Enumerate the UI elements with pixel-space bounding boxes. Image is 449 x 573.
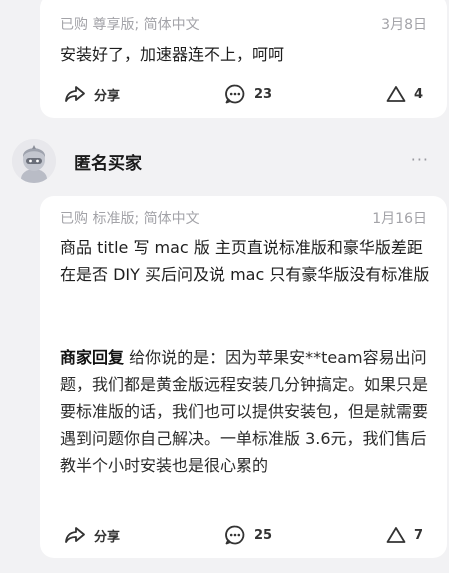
like-button[interactable]: 7 xyxy=(386,526,423,544)
share-label: 分享 xyxy=(94,88,121,104)
review-actions: 分享 23 4 xyxy=(64,82,423,106)
review-actions: 分享 25 7 xyxy=(64,523,423,547)
comment-count: 23 xyxy=(254,86,273,102)
review-text: 安装好了，加速器连不上，呵呵 xyxy=(60,45,285,64)
like-button[interactable]: 4 xyxy=(386,85,423,103)
reviewer-name: 匿名买家 xyxy=(74,154,142,174)
review-card: 已购 尊享版; 简体中文 3月8日 安装好了，加速器连不上，呵呵 分享 23 4 xyxy=(40,0,447,118)
review-card: 已购 标准版; 简体中文 1月16日 商品 title 写 mac 版 主页直说… xyxy=(40,196,447,558)
review-date: 3月8日 xyxy=(381,17,427,33)
comment-count: 25 xyxy=(254,527,273,543)
triangle-like-icon xyxy=(386,86,406,102)
share-button[interactable]: 分享 xyxy=(64,85,120,104)
comment-bubble-icon xyxy=(225,525,245,545)
anonymous-avatar-icon[interactable] xyxy=(12,139,56,183)
share-label: 分享 xyxy=(94,529,121,545)
merchant-reply-text: 给你说的是：因为苹果安**team容易出问题，我们都是黄金版远程安装几分钟搞定。… xyxy=(60,348,429,475)
merchant-reply-label: 商家回复 xyxy=(60,348,125,367)
comment-button[interactable]: 25 xyxy=(224,524,272,546)
purchase-info: 已购 尊享版; 简体中文 xyxy=(60,17,200,33)
share-arrow-icon xyxy=(65,86,85,102)
review-text: 商品 title 写 mac 版 主页直说标准版和豪华版差距在是否 DIY 买后… xyxy=(60,238,430,284)
share-button[interactable]: 分享 xyxy=(64,526,120,545)
merchant-reply: 商家回复 给你说的是：因为苹果安**team容易出问题，我们都是黄金版远程安装几… xyxy=(60,344,433,479)
comment-bubble-icon xyxy=(225,84,245,104)
like-count: 7 xyxy=(413,527,423,543)
reviewer-row: 匿名买家 ··· xyxy=(0,136,449,190)
comment-button[interactable]: 23 xyxy=(224,83,272,105)
more-options-icon[interactable]: ··· xyxy=(411,150,429,169)
triangle-like-icon xyxy=(386,527,406,543)
like-count: 4 xyxy=(413,86,423,102)
share-arrow-icon xyxy=(65,527,85,543)
review-date: 1月16日 xyxy=(372,211,427,227)
purchase-info: 已购 标准版; 简体中文 xyxy=(60,211,200,227)
